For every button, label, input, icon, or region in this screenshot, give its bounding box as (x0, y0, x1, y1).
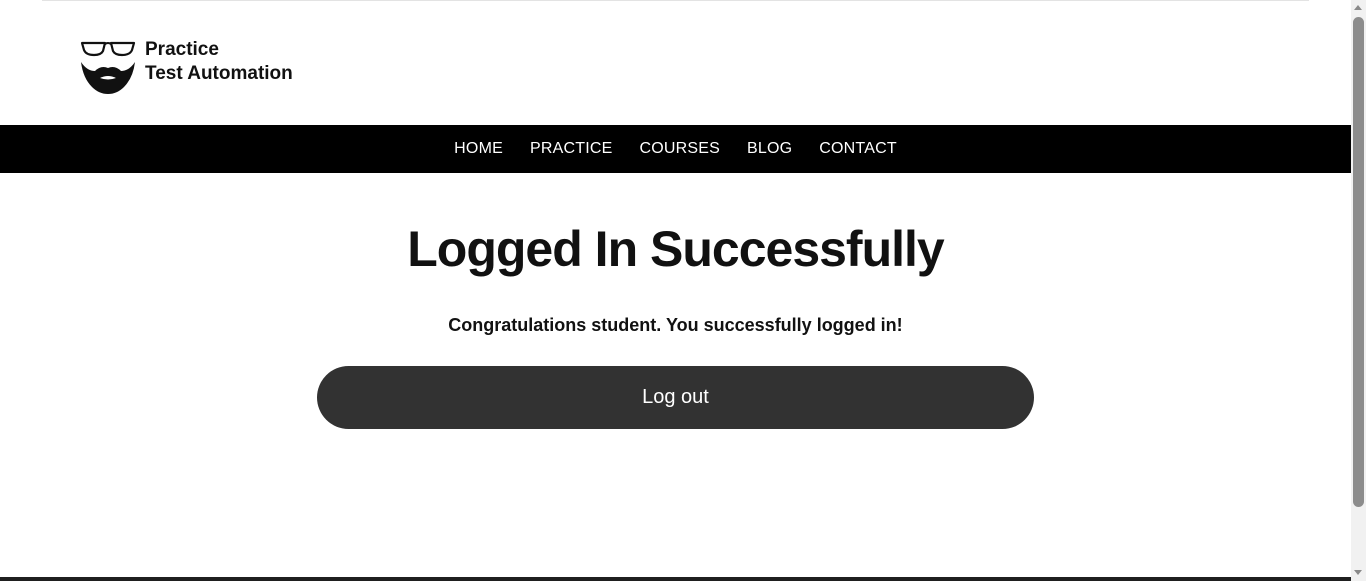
bottom-border (0, 577, 1351, 581)
glasses-beard-logo-icon (80, 41, 136, 94)
site-logo[interactable]: Practice Test Automation (80, 38, 293, 96)
nav-item-home[interactable]: HOME (454, 140, 503, 158)
main-navigation: HOME PRACTICE COURSES BLOG CONTACT (0, 125, 1351, 173)
nav-item-courses[interactable]: COURSES (639, 140, 720, 158)
nav-item-contact[interactable]: CONTACT (819, 140, 897, 158)
logo-text: Practice Test Automation (145, 38, 293, 86)
scroll-up-arrow-icon[interactable] (1354, 5, 1362, 10)
nav-item-practice[interactable]: PRACTICE (530, 140, 613, 158)
page-title: Logged In Successfully (407, 221, 944, 277)
page: Practice Test Automation HOME PRACTICE C… (0, 0, 1351, 577)
scroll-down-arrow-icon[interactable] (1354, 570, 1362, 575)
scrollbar-thumb[interactable] (1353, 17, 1364, 507)
vertical-scrollbar[interactable] (1351, 0, 1366, 581)
nav-item-blog[interactable]: BLOG (747, 140, 792, 158)
header-top-divider (42, 0, 1309, 1)
logout-button[interactable]: Log out (317, 366, 1034, 429)
success-message: Congratulations student. You successfull… (448, 315, 903, 335)
logo-text-line-2: Test Automation (145, 63, 293, 84)
logo-text-line-1: Practice (145, 39, 219, 60)
